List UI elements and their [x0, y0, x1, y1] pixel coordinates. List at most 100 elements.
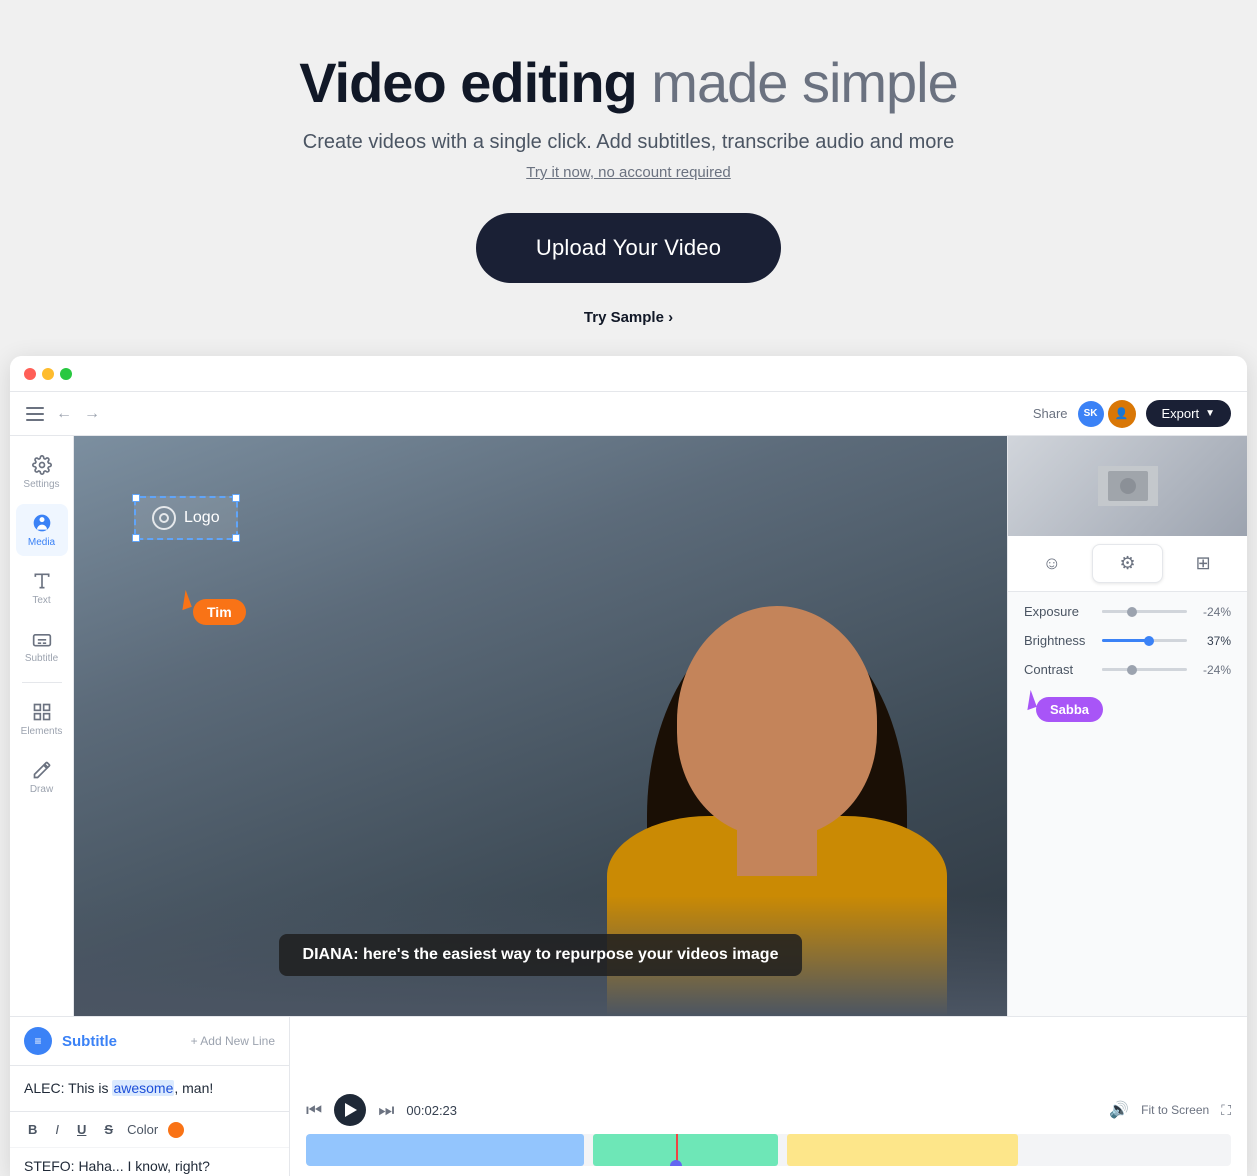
hero-title-bold: Video editing: [299, 51, 637, 114]
sidebar-item-draw[interactable]: Draw: [16, 751, 68, 803]
add-new-line-button[interactable]: + Add New Line: [191, 1034, 275, 1048]
try-sample-link[interactable]: Try Sample: [20, 309, 1237, 326]
brightness-row: Brightness 37%: [1024, 633, 1231, 648]
sidebar-item-settings[interactable]: Settings: [16, 446, 68, 498]
strikethrough-button[interactable]: S: [100, 1120, 117, 1139]
toolbar-right: Share SK 👤 Export ▼: [1033, 400, 1231, 428]
timeline-track[interactable]: [306, 1134, 1231, 1166]
resize-handle-bl[interactable]: [132, 534, 140, 542]
close-button[interactable]: [24, 368, 36, 380]
logo-overlay[interactable]: Logo: [134, 496, 238, 540]
avatar-photo: 👤: [1108, 400, 1136, 428]
brightness-slider[interactable]: [1102, 639, 1187, 642]
person-neck: [737, 796, 817, 876]
bold-button[interactable]: B: [24, 1120, 41, 1139]
sabba-cursor: Sabba: [1024, 691, 1231, 722]
timeline-segment-yellow: [787, 1134, 1018, 1166]
contrast-slider[interactable]: [1102, 668, 1187, 671]
sidebar-subtitle-label: Subtitle: [25, 653, 58, 664]
panel-tabs: ☺ ⚙ ⊞: [1008, 536, 1247, 592]
upload-video-button[interactable]: Upload Your Video: [476, 213, 781, 283]
sidebar-item-text[interactable]: Text: [16, 562, 68, 614]
sidebar-item-subtitle[interactable]: Subtitle: [16, 620, 68, 672]
sidebar-item-media[interactable]: Media: [16, 504, 68, 556]
right-panel: ☺ ⚙ ⊞ Exposure: [1007, 436, 1247, 1016]
logo-circle: [152, 506, 176, 530]
tab-color[interactable]: ☺: [1016, 544, 1088, 583]
cursor-arrow-icon: [176, 590, 192, 610]
back-arrow-icon[interactable]: ←: [56, 405, 72, 423]
export-button[interactable]: Export ▼: [1146, 400, 1231, 427]
logo-inner-circle: [159, 513, 169, 523]
skip-forward-button[interactable]: ⏭: [378, 1100, 394, 1121]
underline-button[interactable]: U: [73, 1120, 90, 1139]
media-icon: [31, 512, 53, 534]
sidebar: Settings Media Text Subtit: [10, 436, 74, 1016]
hero-title-light: made simple: [637, 51, 958, 114]
hero-subtitle: Create videos with a single click. Add s…: [20, 131, 1237, 154]
sliders-icon: ⚙: [1119, 553, 1135, 574]
export-label: Export: [1162, 406, 1200, 421]
minimize-button[interactable]: [42, 368, 54, 380]
timeline-segment-blue: [306, 1134, 584, 1166]
sidebar-draw-label: Draw: [30, 784, 53, 795]
fit-screen-button[interactable]: Fit to Screen: [1141, 1103, 1209, 1117]
subtitle-highlight-word: awesome: [112, 1080, 174, 1096]
brightness-fill: [1102, 639, 1149, 642]
tab-crop[interactable]: ⊞: [1167, 544, 1239, 583]
tab-adjustments[interactable]: ⚙: [1092, 544, 1164, 583]
video-area[interactable]: Logo Tim DIANA: here's the easiest way t…: [74, 436, 1007, 1016]
exposure-row: Exposure -24%: [1024, 604, 1231, 619]
draw-icon: [31, 759, 53, 781]
brightness-thumb[interactable]: [1144, 636, 1154, 646]
menu-line: [26, 413, 44, 415]
sidebar-elements-label: Elements: [21, 726, 63, 737]
exposure-slider[interactable]: [1102, 610, 1187, 613]
subtitle-text-area[interactable]: ALEC: This is awesome, man!: [10, 1066, 289, 1111]
subtitle-panel-icon: ≡: [24, 1027, 52, 1055]
volume-icon[interactable]: 🔊: [1109, 1100, 1129, 1120]
timeline-thumb[interactable]: [670, 1160, 682, 1166]
app-window: ← → Share SK 👤 Export ▼ Settings: [10, 356, 1247, 1176]
sidebar-media-label: Media: [28, 537, 55, 548]
export-chevron-icon: ▼: [1205, 408, 1215, 419]
app-toolbar: ← → Share SK 👤 Export ▼: [10, 392, 1247, 436]
playback-controls: ⏮ ⏭ 00:02:23 🔊 Fit to Screen ⛶: [306, 1094, 1231, 1126]
avatar-sk: SK: [1078, 401, 1104, 427]
contrast-thumb[interactable]: [1127, 665, 1137, 675]
bottom-section: ≡ Subtitle + Add New Line ALEC: This is …: [10, 1016, 1247, 1176]
elements-icon: [31, 701, 53, 723]
color-picker[interactable]: [168, 1122, 184, 1138]
subtitle-header-left: ≡ Subtitle: [24, 1027, 117, 1055]
timeline-area: ⏮ ⏭ 00:02:23 🔊 Fit to Screen ⛶: [290, 1017, 1247, 1176]
skip-back-button[interactable]: ⏮: [306, 1100, 322, 1121]
color-label: Color: [127, 1122, 158, 1137]
play-button[interactable]: [334, 1094, 366, 1126]
subtitle-line-1-pre: ALEC: This is: [24, 1080, 112, 1096]
resize-handle-tr[interactable]: [232, 494, 240, 502]
play-icon: [345, 1103, 357, 1117]
maximize-button[interactable]: [60, 368, 72, 380]
exposure-track: [1102, 610, 1187, 613]
resize-handle-br[interactable]: [232, 534, 240, 542]
sabba-label: Sabba: [1036, 697, 1103, 722]
adjustments-section: Exposure -24% Brightness: [1008, 592, 1247, 734]
brightness-label: Brightness: [1024, 633, 1094, 648]
subtitle-line-1-post: , man!: [174, 1080, 213, 1096]
exposure-thumb[interactable]: [1127, 607, 1137, 617]
menu-icon[interactable]: [26, 407, 44, 421]
italic-button[interactable]: I: [51, 1120, 63, 1139]
title-bar: [10, 356, 1247, 392]
text-format-bar: B I U S Color: [10, 1111, 289, 1147]
crop-icon: ⊞: [1196, 553, 1211, 574]
forward-arrow-icon[interactable]: →: [84, 405, 100, 423]
sidebar-item-elements[interactable]: Elements: [16, 693, 68, 745]
timeline-segment-green: [593, 1134, 778, 1166]
settings-icon: [31, 454, 53, 476]
resize-handle-tl[interactable]: [132, 494, 140, 502]
menu-line: [26, 407, 44, 409]
hero-title: Video editing made simple: [20, 50, 1237, 115]
fullscreen-icon[interactable]: ⛶: [1221, 1102, 1231, 1119]
color-adjust-icon: ☺: [1043, 553, 1061, 574]
menu-line: [26, 419, 44, 421]
